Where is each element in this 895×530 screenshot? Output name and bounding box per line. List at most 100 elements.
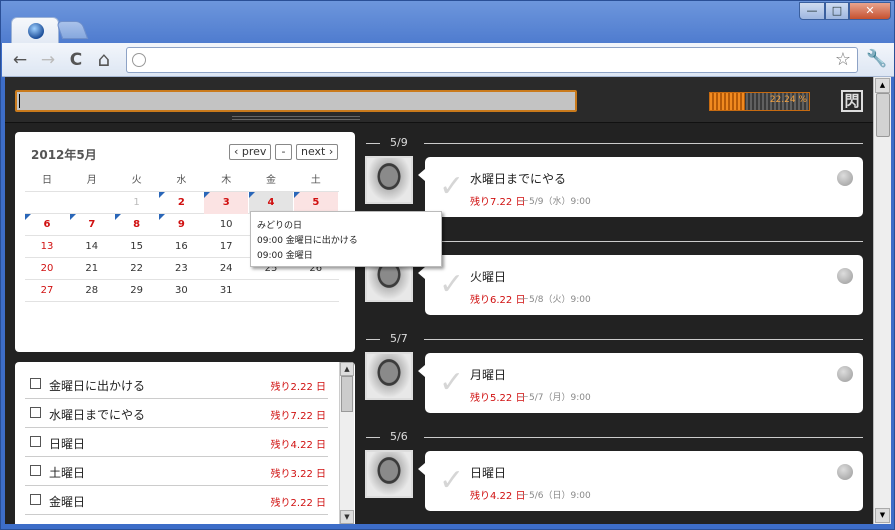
calendar-day[interactable]: 13 bbox=[25, 236, 69, 258]
app-header: 22.24 % 閃 bbox=[5, 77, 873, 123]
scroll-thumb[interactable] bbox=[341, 376, 353, 412]
calendar-day[interactable]: 3 bbox=[204, 192, 249, 214]
calendar-day[interactable] bbox=[25, 192, 69, 214]
checkmark-icon[interactable]: ✓ bbox=[439, 365, 464, 400]
forward-arrow-icon[interactable]: → bbox=[38, 50, 58, 70]
calendar-day[interactable]: 30 bbox=[159, 280, 203, 302]
calendar-day[interactable]: 9 bbox=[159, 214, 203, 236]
task-row[interactable]: 日曜日 残り4.22 日 bbox=[25, 428, 328, 457]
reload-icon[interactable]: C bbox=[66, 50, 86, 70]
calendar-day[interactable]: 20 bbox=[25, 258, 69, 280]
task-list-scrollbar[interactable]: ▲ ▼ bbox=[339, 362, 354, 524]
calendar-day[interactable]: 27 bbox=[25, 280, 69, 302]
tab-strip: — □ ✕ bbox=[1, 1, 894, 44]
task-card[interactable]: ✓ 火曜日残り6.22 日－5/8（火）9:00 bbox=[418, 255, 863, 315]
calendar-day[interactable]: 31 bbox=[204, 280, 248, 302]
address-bar[interactable]: ☆ bbox=[126, 47, 858, 73]
weekday-label: 月 bbox=[86, 175, 97, 186]
calendar-day[interactable]: 2 bbox=[159, 192, 203, 214]
calendar-today-button[interactable]: - bbox=[275, 144, 292, 160]
quick-task-input[interactable] bbox=[15, 90, 577, 112]
status-dot-icon[interactable] bbox=[837, 170, 853, 186]
home-icon[interactable]: ⌂ bbox=[94, 47, 114, 71]
calendar-day[interactable]: 1 bbox=[115, 192, 159, 214]
scroll-thumb[interactable] bbox=[876, 93, 890, 137]
calendar-day[interactable]: 17 bbox=[204, 236, 248, 258]
maximize-button[interactable]: □ bbox=[825, 2, 849, 20]
task-card-remaining: 残り6.22 日 bbox=[470, 295, 526, 306]
task-card-remaining: 残り4.22 日 bbox=[470, 491, 526, 502]
scroll-up-arrow-icon[interactable]: ▲ bbox=[340, 362, 354, 376]
task-card[interactable]: ✓ 月曜日 残り5.22 日－5/7（月）9:00 bbox=[418, 353, 863, 413]
resize-grip[interactable] bbox=[232, 116, 360, 120]
task-row[interactable]: 金曜日に出かける 残り2.22 日 bbox=[25, 370, 328, 399]
browser-toolbar: ← → C ⌂ ☆ 🔧 bbox=[2, 43, 894, 77]
task-checkbox[interactable] bbox=[30, 436, 41, 447]
calendar-next-button[interactable]: next › bbox=[296, 144, 339, 160]
calendar-day[interactable] bbox=[249, 280, 293, 302]
task-card-due: －5/8（火）9:00 bbox=[520, 295, 591, 305]
tooltip-line: 09:00 金曜日 bbox=[257, 251, 313, 261]
scroll-down-arrow-icon[interactable]: ▼ bbox=[875, 508, 890, 523]
task-card[interactable]: ✓ 日曜日 残り4.22 日－5/6（日）9:00 bbox=[418, 451, 863, 511]
task-name: 水曜日までにやる bbox=[49, 408, 146, 422]
task-name: 金曜日 bbox=[49, 495, 86, 509]
task-checkbox[interactable] bbox=[30, 378, 41, 389]
avatar bbox=[365, 352, 413, 400]
checkmark-icon[interactable]: ✓ bbox=[439, 267, 464, 302]
calendar-day[interactable]: 16 bbox=[159, 236, 203, 258]
task-checkbox[interactable] bbox=[30, 494, 41, 505]
task-row[interactable]: 金曜日 残り2.22 日 bbox=[25, 486, 328, 515]
calendar-day[interactable]: 14 bbox=[70, 236, 114, 258]
site-info-icon bbox=[132, 53, 146, 67]
calendar-day[interactable]: 29 bbox=[115, 280, 159, 302]
progress-meter-text: 22.24 % bbox=[769, 95, 807, 105]
scroll-down-arrow-icon[interactable]: ▼ bbox=[340, 510, 354, 524]
task-row[interactable]: 水曜日までにやる 残り7.22 日 bbox=[25, 399, 328, 428]
back-arrow-icon[interactable]: ← bbox=[10, 50, 30, 70]
task-card-due: －5/9（水）9:00 bbox=[520, 197, 591, 207]
active-tab[interactable] bbox=[11, 17, 59, 44]
bookmark-star-icon[interactable]: ☆ bbox=[835, 49, 851, 70]
page-scrollbar[interactable]: ▲ ▼ bbox=[873, 77, 891, 524]
divider-line bbox=[424, 437, 863, 438]
weekday-label: 水 bbox=[176, 175, 187, 186]
task-card-remaining: 残り7.22 日 bbox=[470, 197, 526, 208]
checkmark-icon[interactable]: ✓ bbox=[439, 463, 464, 498]
weekday-label: 土 bbox=[310, 175, 321, 186]
task-card[interactable]: ✓ 水曜日までにやる 残り7.22 日－5/9（水）9:00 bbox=[418, 157, 863, 217]
calendar-day[interactable]: 24 bbox=[204, 258, 248, 280]
wrench-menu-icon[interactable]: 🔧 bbox=[866, 49, 887, 69]
calendar-day[interactable] bbox=[70, 192, 114, 214]
calendar-weekday-row: 日月火水木金土 bbox=[25, 170, 339, 192]
calendar-day[interactable]: 7 bbox=[69, 214, 114, 236]
task-name: 土曜日 bbox=[49, 466, 86, 480]
calendar-day[interactable]: 22 bbox=[115, 258, 159, 280]
close-window-button[interactable]: ✕ bbox=[849, 2, 891, 20]
timeline-date-label: 5/6 bbox=[390, 430, 408, 443]
calendar-week-row: 27 28 29 30 31 bbox=[25, 280, 339, 302]
globe-icon bbox=[28, 23, 44, 39]
calendar-day[interactable]: 28 bbox=[70, 280, 114, 302]
task-card-title: 火曜日 bbox=[470, 270, 507, 284]
status-dot-icon[interactable] bbox=[837, 366, 853, 382]
calendar-day[interactable]: 15 bbox=[115, 236, 159, 258]
calendar-day[interactable]: 21 bbox=[70, 258, 114, 280]
calendar-day[interactable]: 10 bbox=[204, 214, 248, 236]
minimize-button[interactable]: — bbox=[799, 2, 825, 20]
calendar-day[interactable]: 23 bbox=[159, 258, 203, 280]
task-checkbox[interactable] bbox=[30, 407, 41, 418]
checkmark-icon[interactable]: ✓ bbox=[439, 169, 464, 204]
scroll-up-arrow-icon[interactable]: ▲ bbox=[875, 78, 890, 93]
calendar-prev-button[interactable]: ‹ prev bbox=[229, 144, 272, 160]
task-row[interactable]: 土曜日 残り3.22 日 bbox=[25, 457, 328, 486]
status-dot-icon[interactable] bbox=[837, 268, 853, 284]
status-dot-icon[interactable] bbox=[837, 464, 853, 480]
calendar-day[interactable] bbox=[294, 280, 338, 302]
new-tab-button[interactable] bbox=[55, 21, 89, 39]
task-card-title: 月曜日 bbox=[470, 368, 507, 382]
avatar bbox=[365, 450, 413, 498]
task-checkbox[interactable] bbox=[30, 465, 41, 476]
calendar-day[interactable]: 6 bbox=[25, 214, 69, 236]
calendar-day[interactable]: 8 bbox=[114, 214, 159, 236]
